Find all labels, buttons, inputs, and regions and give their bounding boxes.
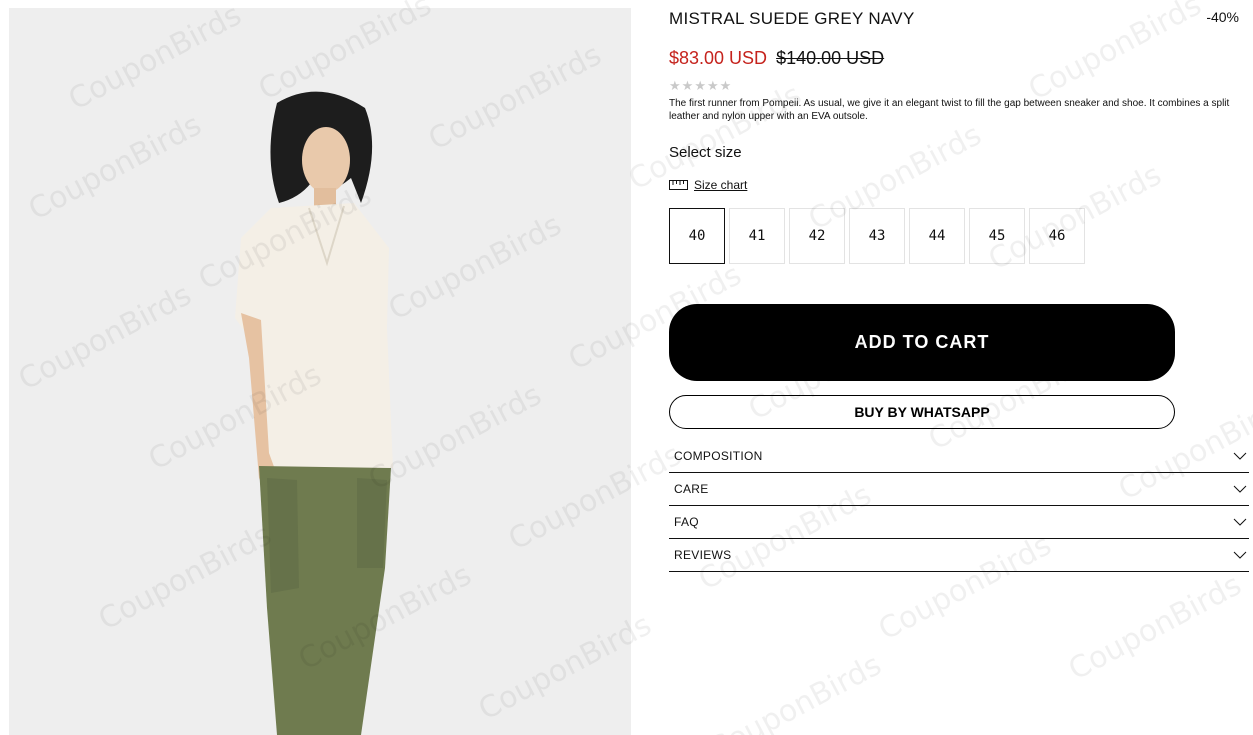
rating-stars[interactable]: ★ ★ ★ ★ ★: [669, 78, 732, 94]
product-image[interactable]: [9, 8, 631, 735]
size-option-40[interactable]: 40: [669, 208, 725, 264]
watermark-text: CouponBirds: [702, 647, 888, 735]
price-row: $83.00 USD $140.00 USD: [669, 48, 884, 69]
size-option-43[interactable]: 43: [849, 208, 905, 264]
size-option-42[interactable]: 42: [789, 208, 845, 264]
size-option-44[interactable]: 44: [909, 208, 965, 264]
star-icon: ★: [719, 78, 732, 93]
size-options: 40 41 42 43 44 45 46: [669, 208, 1085, 264]
size-option-41[interactable]: 41: [729, 208, 785, 264]
star-icon: ★: [706, 78, 719, 93]
sale-price: $83.00 USD: [669, 48, 768, 68]
star-icon: ★: [669, 78, 681, 93]
accordion-reviews[interactable]: REVIEWS: [669, 539, 1249, 572]
star-icon: ★: [694, 78, 706, 93]
watermark-text: CouponBirds: [1062, 567, 1248, 688]
chevron-down-icon: [1233, 485, 1247, 493]
star-icon: ★: [681, 78, 694, 93]
ruler-icon: [669, 180, 688, 190]
product-description: The first runner from Pompeii. As usual,…: [669, 98, 1230, 122]
product-title: MISTRAL SUEDE GREY NAVY: [669, 9, 915, 28]
chevron-down-icon: [1233, 551, 1247, 559]
select-size-label: Select size: [669, 144, 742, 161]
original-price: $140.00 USD: [776, 48, 885, 68]
product-info-accordion: COMPOSITION CARE FAQ REVIEWS: [669, 440, 1249, 572]
accordion-label: COMPOSITION: [674, 449, 763, 463]
accordion-care[interactable]: CARE: [669, 473, 1249, 506]
add-to-cart-button[interactable]: ADD TO CART: [669, 304, 1175, 381]
accordion-label: FAQ: [674, 515, 699, 529]
accordion-faq[interactable]: FAQ: [669, 506, 1249, 539]
chevron-down-icon: [1233, 452, 1247, 460]
buy-by-whatsapp-button[interactable]: BUY BY WHATSAPP: [669, 395, 1175, 429]
size-option-45[interactable]: 45: [969, 208, 1025, 264]
accordion-label: CARE: [674, 482, 709, 496]
size-option-46[interactable]: 46: [1029, 208, 1085, 264]
watermark-text: CouponBirds: [1022, 0, 1208, 108]
chevron-down-icon: [1233, 518, 1247, 526]
discount-badge: -40%: [1206, 9, 1239, 25]
size-chart-link[interactable]: Size chart: [669, 178, 747, 192]
product-photo-illustration: [9, 8, 631, 735]
accordion-label: REVIEWS: [674, 548, 732, 562]
size-chart-label: Size chart: [694, 178, 748, 192]
accordion-composition[interactable]: COMPOSITION: [669, 440, 1249, 473]
